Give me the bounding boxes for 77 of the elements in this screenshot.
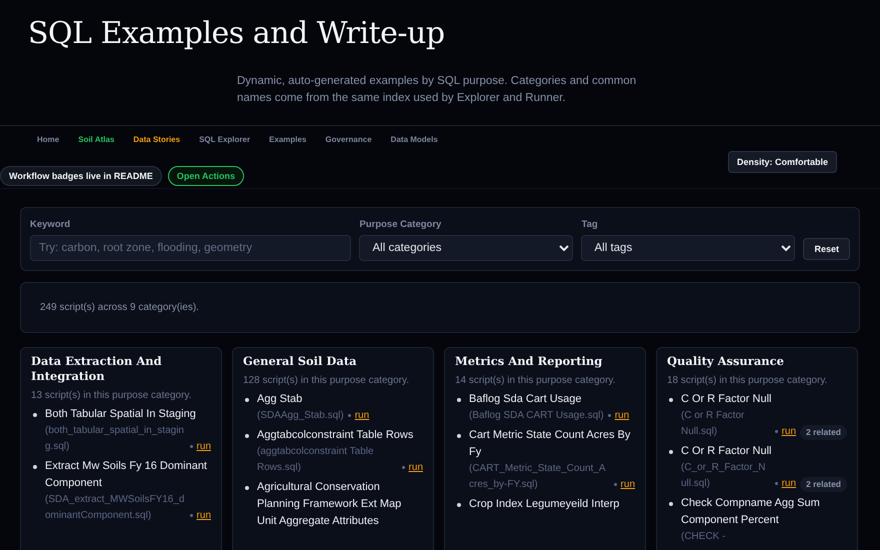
- run-link[interactable]: run: [196, 439, 211, 455]
- badge-button[interactable]: Workflow badges live in README: [0, 166, 162, 186]
- density-button[interactable]: Density: Comfortable: [728, 151, 837, 173]
- bullet-icon: [669, 502, 673, 506]
- card-title: Quality Assurance: [667, 354, 785, 369]
- nav-link[interactable]: Governance: [325, 135, 372, 155]
- script-file: (C_or_R_Factor_Null.sql): [681, 461, 766, 491]
- card-count: 18 script(s) in this purpose category.: [667, 374, 828, 387]
- script-name: Check Compname Agg Sum Component Percent: [681, 496, 821, 528]
- script-name: Baflog Sda Cart Usage: [469, 392, 583, 407]
- run-link[interactable]: run: [408, 460, 423, 476]
- card-title: Metrics And Reporting: [455, 354, 604, 369]
- card-title: Data Extraction And Integration: [31, 354, 163, 384]
- separator-dot-icon: [614, 483, 617, 486]
- bullet-icon: [33, 413, 37, 417]
- page-subtitle: Dynamic, auto-generated examples by SQL purpose. Categories and common names come from the same index used by Explorer and Runner.: [237, 74, 638, 106]
- separator-dot-icon: [774, 430, 778, 433]
- separator-dot-icon: [190, 445, 193, 448]
- related-tag[interactable]: 2 related: [800, 477, 847, 492]
- card-count: 128 script(s) in this purpose category.: [243, 374, 410, 387]
- field-label: Keyword: [30, 219, 72, 230]
- card-title: General Soil Data: [243, 354, 358, 369]
- separator-dot-icon: [402, 466, 405, 469]
- badge-button[interactable]: Open Actions: [168, 166, 244, 186]
- script-name: C Or R Factor Null: [681, 392, 772, 407]
- script-file: (CART_Metric_State_Count_Acres_by-FY.sql): [469, 462, 607, 492]
- run-link[interactable]: run: [782, 424, 796, 440]
- nav-link[interactable]: SQL Explorer: [199, 135, 250, 155]
- related-tag[interactable]: 2 related: [800, 425, 847, 440]
- nav-link[interactable]: Data Stories: [133, 135, 180, 155]
- run-link[interactable]: run: [620, 477, 635, 493]
- card-count: 14 script(s) in this purpose category.: [455, 374, 616, 387]
- separator-dot-icon: [774, 482, 778, 485]
- script-file: (C or R Factor Null.sql): [681, 409, 746, 439]
- separator-dot-icon: [348, 414, 351, 417]
- nav-link[interactable]: Home: [37, 135, 60, 155]
- run-link[interactable]: run: [196, 508, 211, 524]
- script-file: (SDA_extract_MWSoilsFY16_dominantComponent.sql): [45, 493, 186, 523]
- script-name: Extract Mw Soils Fy 16 Dominant Component: [45, 459, 208, 491]
- nav-link[interactable]: Data Models: [390, 135, 438, 155]
- separator-dot-icon: [190, 514, 193, 517]
- run-link[interactable]: run: [782, 476, 796, 492]
- script-name: Aggtabcolconstraint Table Rows: [257, 428, 414, 443]
- script-file: (aggtabcolconstraint Table Rows.sql): [257, 445, 375, 475]
- bullet-icon: [669, 450, 673, 454]
- keyword-input-field[interactable]: Try: carbon, root zone, flooding, geometry: [30, 235, 352, 261]
- script-name: Agg Stab: [257, 392, 304, 407]
- category-dropdown[interactable]: All categories: [359, 235, 574, 261]
- script-file: (both_tabular_spatial_in_staging.sql): [45, 424, 185, 454]
- run-link[interactable]: run: [354, 408, 370, 424]
- summary-text: 249 script(s) across 9 category(ies).: [40, 302, 199, 313]
- script-name: Crop Index Legumeyeild Interp: [469, 497, 620, 512]
- nav-link[interactable]: Examples: [269, 135, 306, 155]
- bullet-icon: [457, 398, 461, 402]
- page-title: SQL Examples and Write-up: [28, 16, 446, 51]
- run-link[interactable]: run: [614, 408, 630, 424]
- separator-dot-icon: [608, 414, 611, 417]
- reset-button[interactable]: Reset: [803, 238, 850, 260]
- script-name: C Or R Factor Null: [681, 444, 772, 459]
- bullet-icon: [245, 486, 249, 490]
- script-file: (Baflog SDA CART Usage.sql): [469, 409, 604, 423]
- bullet-icon: [33, 465, 37, 469]
- script-name: Both Tabular Spatial In Staging: [45, 407, 197, 422]
- bullet-icon: [457, 434, 461, 438]
- bullet-icon: [245, 434, 249, 438]
- nav-link[interactable]: Soil Atlas: [78, 135, 114, 155]
- script-file: (SDAAgg_Stab.sql): [257, 409, 344, 423]
- script-file: (CHECK -: [681, 530, 726, 544]
- bullet-icon: [245, 398, 249, 402]
- tag-dropdown[interactable]: All tags: [581, 235, 796, 261]
- script-name: Cart Metric State Count Acres By Fy: [469, 428, 632, 460]
- bullet-icon: [669, 398, 673, 402]
- field-label: Tag: [581, 219, 599, 230]
- bullet-icon: [457, 503, 461, 507]
- card-count: 13 script(s) in this purpose category.: [31, 389, 192, 402]
- field-label: Purpose Category: [359, 219, 442, 230]
- script-name: Agricultural Conservation Planning Framework Ext Map Unit Aggregate Attributes: [257, 480, 402, 529]
